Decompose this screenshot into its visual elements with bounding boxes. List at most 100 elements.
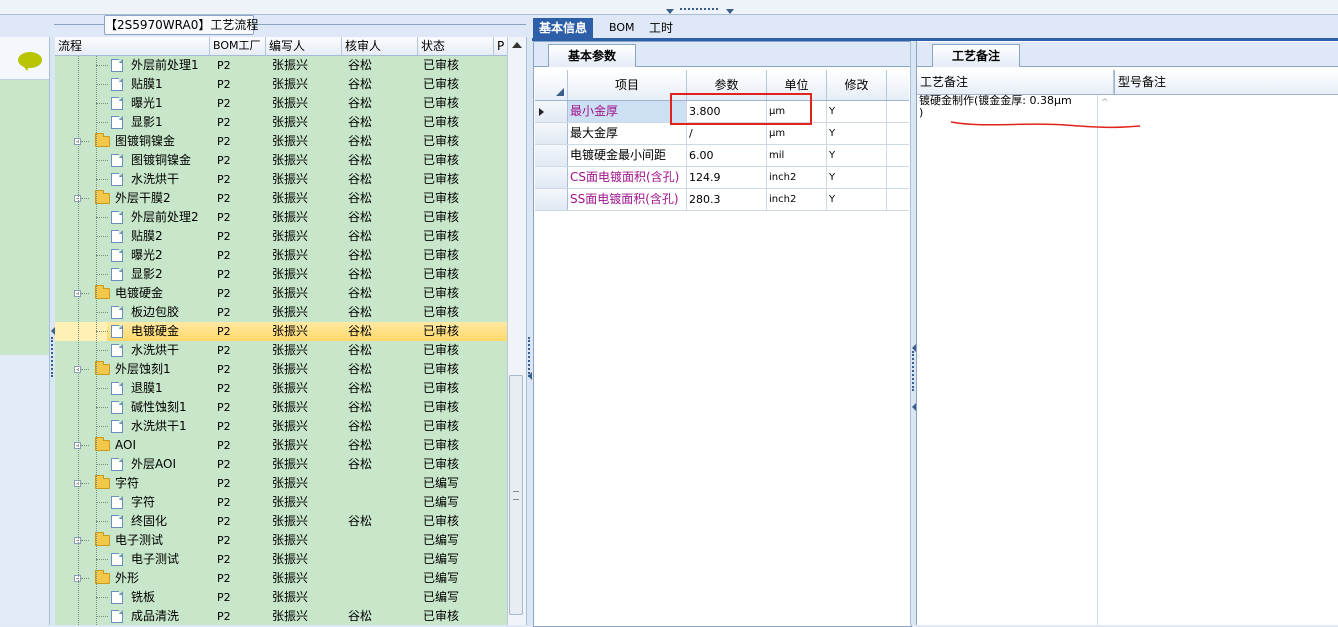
column-header-reviewer[interactable]: 核审人 <box>342 37 418 55</box>
tree-row[interactable]: - 外形 P2 张振兴 已编写 <box>55 569 507 588</box>
bom-cell: P2 <box>217 287 231 300</box>
tree-row[interactable]: 图镀铜镍金 P2 张振兴 谷松 已审核 <box>55 151 507 170</box>
collapse-left-icon[interactable] <box>528 372 532 380</box>
tree-row[interactable]: 外层前处理1 P2 张振兴 谷松 已审核 <box>55 56 507 75</box>
document-icon <box>111 420 123 433</box>
bom-cell: P2 <box>217 230 231 243</box>
tree-guide-line <box>78 56 79 625</box>
param-modify-cell[interactable]: Y <box>827 167 887 188</box>
tree-row[interactable]: 电镀硬金 P2 张振兴 谷松 已审核 <box>55 322 507 341</box>
tree-row[interactable]: - 外层干膜2 P2 张振兴 谷松 已审核 <box>55 189 507 208</box>
params-row[interactable]: 最大金厚 / μm Y <box>535 123 909 145</box>
document-icon <box>111 458 123 471</box>
tree-row[interactable]: 字符 P2 张振兴 已编写 <box>55 493 507 512</box>
tree-row[interactable]: 水洗烘干 P2 张振兴 谷松 已审核 <box>55 341 507 360</box>
tree-row[interactable]: 外层AOI P2 张振兴 谷松 已审核 <box>55 455 507 474</box>
status-cell: 已审核 <box>423 210 460 224</box>
tree-row[interactable]: 水洗烘干 P2 张振兴 谷松 已审核 <box>55 170 507 189</box>
tree-row[interactable]: 碱性蚀刻1 P2 张振兴 谷松 已审核 <box>55 398 507 417</box>
param-value-cell[interactable]: 280.3 <box>687 189 767 210</box>
collapse-down-icon[interactable] <box>726 9 734 14</box>
writer-cell: 张振兴 <box>272 419 309 433</box>
tab-bom[interactable]: BOM <box>603 18 641 38</box>
param-modify-cell[interactable]: Y <box>827 145 887 166</box>
left-nav-bottom <box>0 355 49 625</box>
params-row[interactable]: 电镀硬金最小间距 6.00 mil Y <box>535 145 909 167</box>
writer-cell: 张振兴 <box>272 590 309 604</box>
note-scrollbar[interactable] <box>1097 95 1115 625</box>
param-modify-cell[interactable]: Y <box>827 189 887 210</box>
folder-icon <box>95 475 110 489</box>
status-cell: 已编写 <box>423 571 460 585</box>
tab-work-hours[interactable]: 工时 <box>643 18 679 38</box>
tree-row[interactable]: - 电子测试 P2 张振兴 已编写 <box>55 531 507 550</box>
param-value-cell[interactable]: 6.00 <box>687 145 767 166</box>
param-value-cell[interactable]: 124.9 <box>687 167 767 188</box>
status-cell: 已审核 <box>423 58 460 72</box>
tree-item-name: 外层前处理1 <box>131 58 199 72</box>
tree-row[interactable]: 水洗烘干1 P2 张振兴 谷松 已审核 <box>55 417 507 436</box>
tree-row[interactable]: 电子测试 P2 张振兴 已编写 <box>55 550 507 569</box>
tree-row[interactable]: - AOI P2 张振兴 谷松 已审核 <box>55 436 507 455</box>
scrollbar-thumb[interactable] <box>509 375 523 615</box>
tree-connector <box>81 198 89 199</box>
writer-cell: 张振兴 <box>272 172 309 186</box>
column-header-writer[interactable]: 编写人 <box>266 37 342 55</box>
row-header[interactable] <box>535 145 568 166</box>
column-header-p[interactable]: P <box>494 37 508 55</box>
tree-connector <box>96 521 108 522</box>
tab-process-notes[interactable]: 工艺备注 <box>932 44 1020 67</box>
writer-cell: 张振兴 <box>272 58 309 72</box>
top-splitter-grip[interactable] <box>680 8 718 14</box>
tree-row[interactable]: 曝光2 P2 张振兴 谷松 已审核 <box>55 246 507 265</box>
tree-row[interactable]: 显影2 P2 张振兴 谷松 已审核 <box>55 265 507 284</box>
chat-bubble-icon[interactable] <box>18 52 42 71</box>
row-header[interactable] <box>535 123 568 144</box>
tree-row[interactable]: - 字符 P2 张振兴 已编写 <box>55 474 507 493</box>
document-icon <box>111 344 123 357</box>
param-value-cell[interactable]: / <box>687 123 767 144</box>
tree-row[interactable]: 显影1 P2 张振兴 谷松 已审核 <box>55 113 507 132</box>
tree-row[interactable]: 板边包胶 P2 张振兴 谷松 已审核 <box>55 303 507 322</box>
tree-row[interactable]: 曝光1 P2 张振兴 谷松 已审核 <box>55 94 507 113</box>
tree-item-name: 电子测试 <box>115 533 164 547</box>
tree-row[interactable]: - 电镀硬金 P2 张振兴 谷松 已审核 <box>55 284 507 303</box>
row-header[interactable] <box>535 189 568 210</box>
params-row[interactable]: SS面电镀面积(含孔) 280.3 inch2 Y <box>535 189 909 211</box>
tree-row[interactable]: 铣板 P2 张振兴 已编写 <box>55 588 507 607</box>
row-header[interactable] <box>535 101 568 122</box>
tree-item-name: 显影2 <box>131 267 163 281</box>
params-row[interactable]: CS面电镀面积(含孔) 124.9 inch2 Y <box>535 167 909 189</box>
tree-row[interactable]: - 图镀铜镍金 P2 张振兴 谷松 已审核 <box>55 132 507 151</box>
tree-item-name: 电镀硬金 <box>115 286 164 300</box>
status-cell: 已审核 <box>423 362 460 376</box>
column-header-modify[interactable]: 修改 <box>827 70 887 100</box>
tree-row[interactable]: 外层前处理2 P2 张振兴 谷松 已审核 <box>55 208 507 227</box>
param-modify-cell[interactable]: Y <box>827 123 887 144</box>
column-header-bom[interactable]: BOM工厂 <box>210 37 266 55</box>
tree-row[interactable]: 退膜1 P2 张振兴 谷松 已审核 <box>55 379 507 398</box>
tree-row[interactable]: 终固化 P2 张振兴 谷松 已审核 <box>55 512 507 531</box>
status-cell: 已编写 <box>423 590 460 604</box>
tree-connector <box>96 312 108 313</box>
tab-basic-params[interactable]: 基本参数 <box>548 44 636 67</box>
reviewer-cell: 谷松 <box>348 210 373 224</box>
bom-cell: P2 <box>217 59 231 72</box>
chevron-up-icon[interactable]: ^ <box>1101 98 1109 108</box>
collapse-up-icon[interactable] <box>666 9 674 14</box>
tab-basic-info[interactable]: 基本信息 <box>533 18 594 38</box>
writer-cell: 张振兴 <box>272 248 309 262</box>
column-header-status[interactable]: 状态 <box>418 37 494 55</box>
scroll-up-icon[interactable] <box>512 42 522 48</box>
row-header[interactable] <box>535 167 568 188</box>
tree-row[interactable]: 贴膜1 P2 张振兴 谷松 已审核 <box>55 75 507 94</box>
tree-row[interactable]: - 外层蚀刻1 P2 张振兴 谷松 已审核 <box>55 360 507 379</box>
bom-cell: P2 <box>217 477 231 490</box>
folder-icon <box>95 570 110 584</box>
bom-cell: P2 <box>217 249 231 262</box>
column-header-flow[interactable]: 流程 <box>55 37 210 55</box>
param-modify-cell[interactable]: Y <box>827 101 887 122</box>
tree-row[interactable]: 成品清洗 P2 张振兴 谷松 已审核 <box>55 607 507 625</box>
reviewer-cell: 谷松 <box>348 191 373 205</box>
tree-row[interactable]: 贴膜2 P2 张振兴 谷松 已审核 <box>55 227 507 246</box>
